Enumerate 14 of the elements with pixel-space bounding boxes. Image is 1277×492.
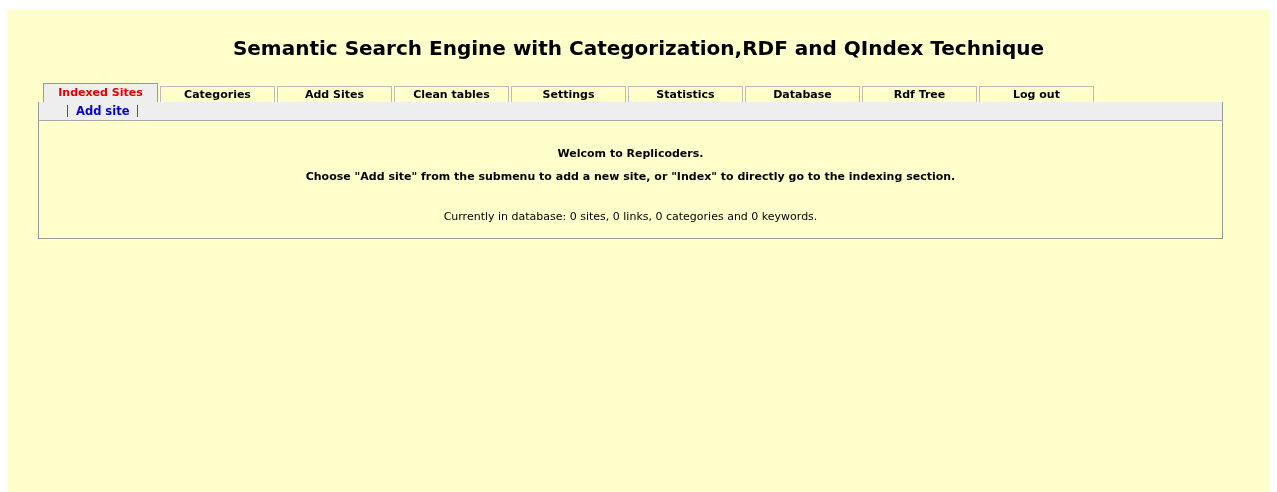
welcome-heading: Welcom to Replicoders.	[556, 147, 705, 160]
nav-tab[interactable]: Settings	[511, 86, 626, 102]
nav-tab[interactable]: Clean tables	[394, 86, 509, 102]
instructions-text: Choose "Add site" from the submenu to add a new site, or "Index" to directly go to the indexing section.	[304, 170, 957, 183]
nav-tab[interactable]: Indexed Sites	[43, 83, 158, 102]
nav-tab[interactable]: Add Sites	[277, 86, 392, 102]
database-status-text: Currently in database: 0 sites, 0 links, 0 categories and 0 keywords.	[442, 210, 819, 223]
nav-tab[interactable]: Database	[745, 86, 860, 102]
nav-tab[interactable]: Categories	[160, 86, 275, 102]
submenu-link[interactable]: Add site	[67, 105, 139, 117]
nav-tab[interactable]: Rdf Tree	[862, 86, 977, 102]
nav-tab[interactable]: Statistics	[628, 86, 743, 102]
nav-tab[interactable]: Log out	[979, 86, 1094, 102]
page-title: Semantic Search Engine with Categorization,RDF and QIndex Technique	[231, 35, 1046, 57]
